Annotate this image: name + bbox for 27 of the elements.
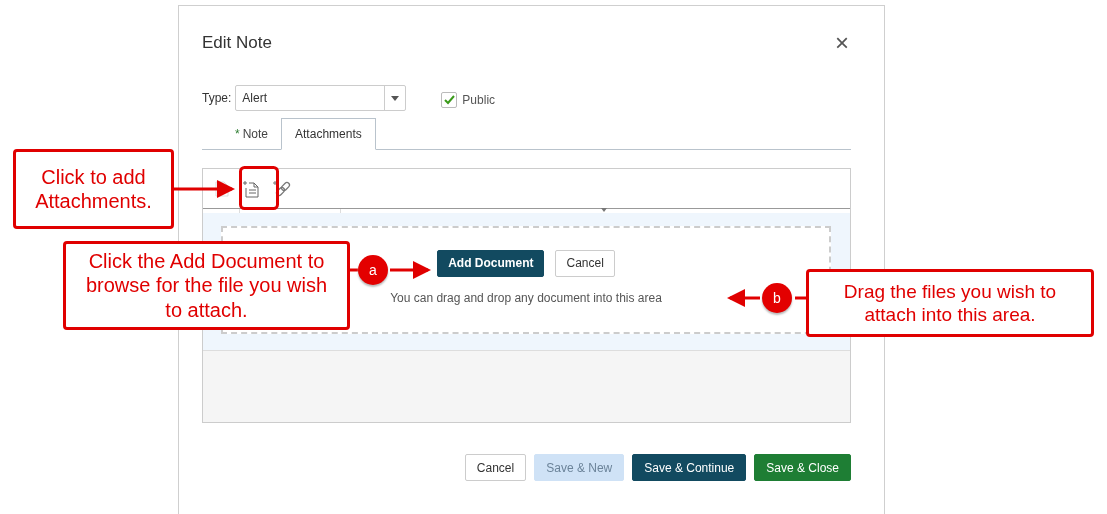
leader-line [795, 296, 806, 300]
type-dropdown[interactable]: Alert [235, 85, 407, 111]
dialog-title: Edit Note [202, 33, 272, 53]
arrow [390, 261, 431, 279]
callout-tooltip: Drag the files you wish to attach into this area. [806, 269, 1094, 337]
add-document-button[interactable]: Add Document [437, 249, 545, 277]
required-mark: * [235, 127, 240, 141]
leader-line [350, 268, 358, 272]
caret-icon [391, 95, 400, 101]
tab[interactable]: Attachments [281, 118, 376, 150]
public-checkbox[interactable] [441, 92, 458, 108]
type-label: Type: [202, 91, 232, 105]
cancel-button[interactable]: Cancel [555, 249, 615, 277]
drop-hint: You can drag and drop any document into this area [390, 290, 662, 305]
highlight-frame [239, 166, 279, 210]
public-label: Public [462, 93, 496, 107]
callout-tooltip: Click the Add Document to browse for the file you wish to attach. [63, 241, 350, 330]
add-link-icon[interactable] [273, 179, 291, 198]
arrow [727, 289, 760, 307]
close-button[interactable]: × [835, 31, 849, 55]
cancel-button[interactable]: Cancel [464, 454, 527, 481]
arrow [174, 180, 235, 198]
callout-tooltip: Click to add Attachments. [13, 149, 174, 229]
save-continue-button[interactable]: Save & Continue [632, 454, 747, 481]
save-close-button[interactable]: Save & Close [754, 454, 851, 481]
tab[interactable]: * Note [222, 118, 282, 150]
add-document-icon[interactable] [243, 179, 259, 198]
